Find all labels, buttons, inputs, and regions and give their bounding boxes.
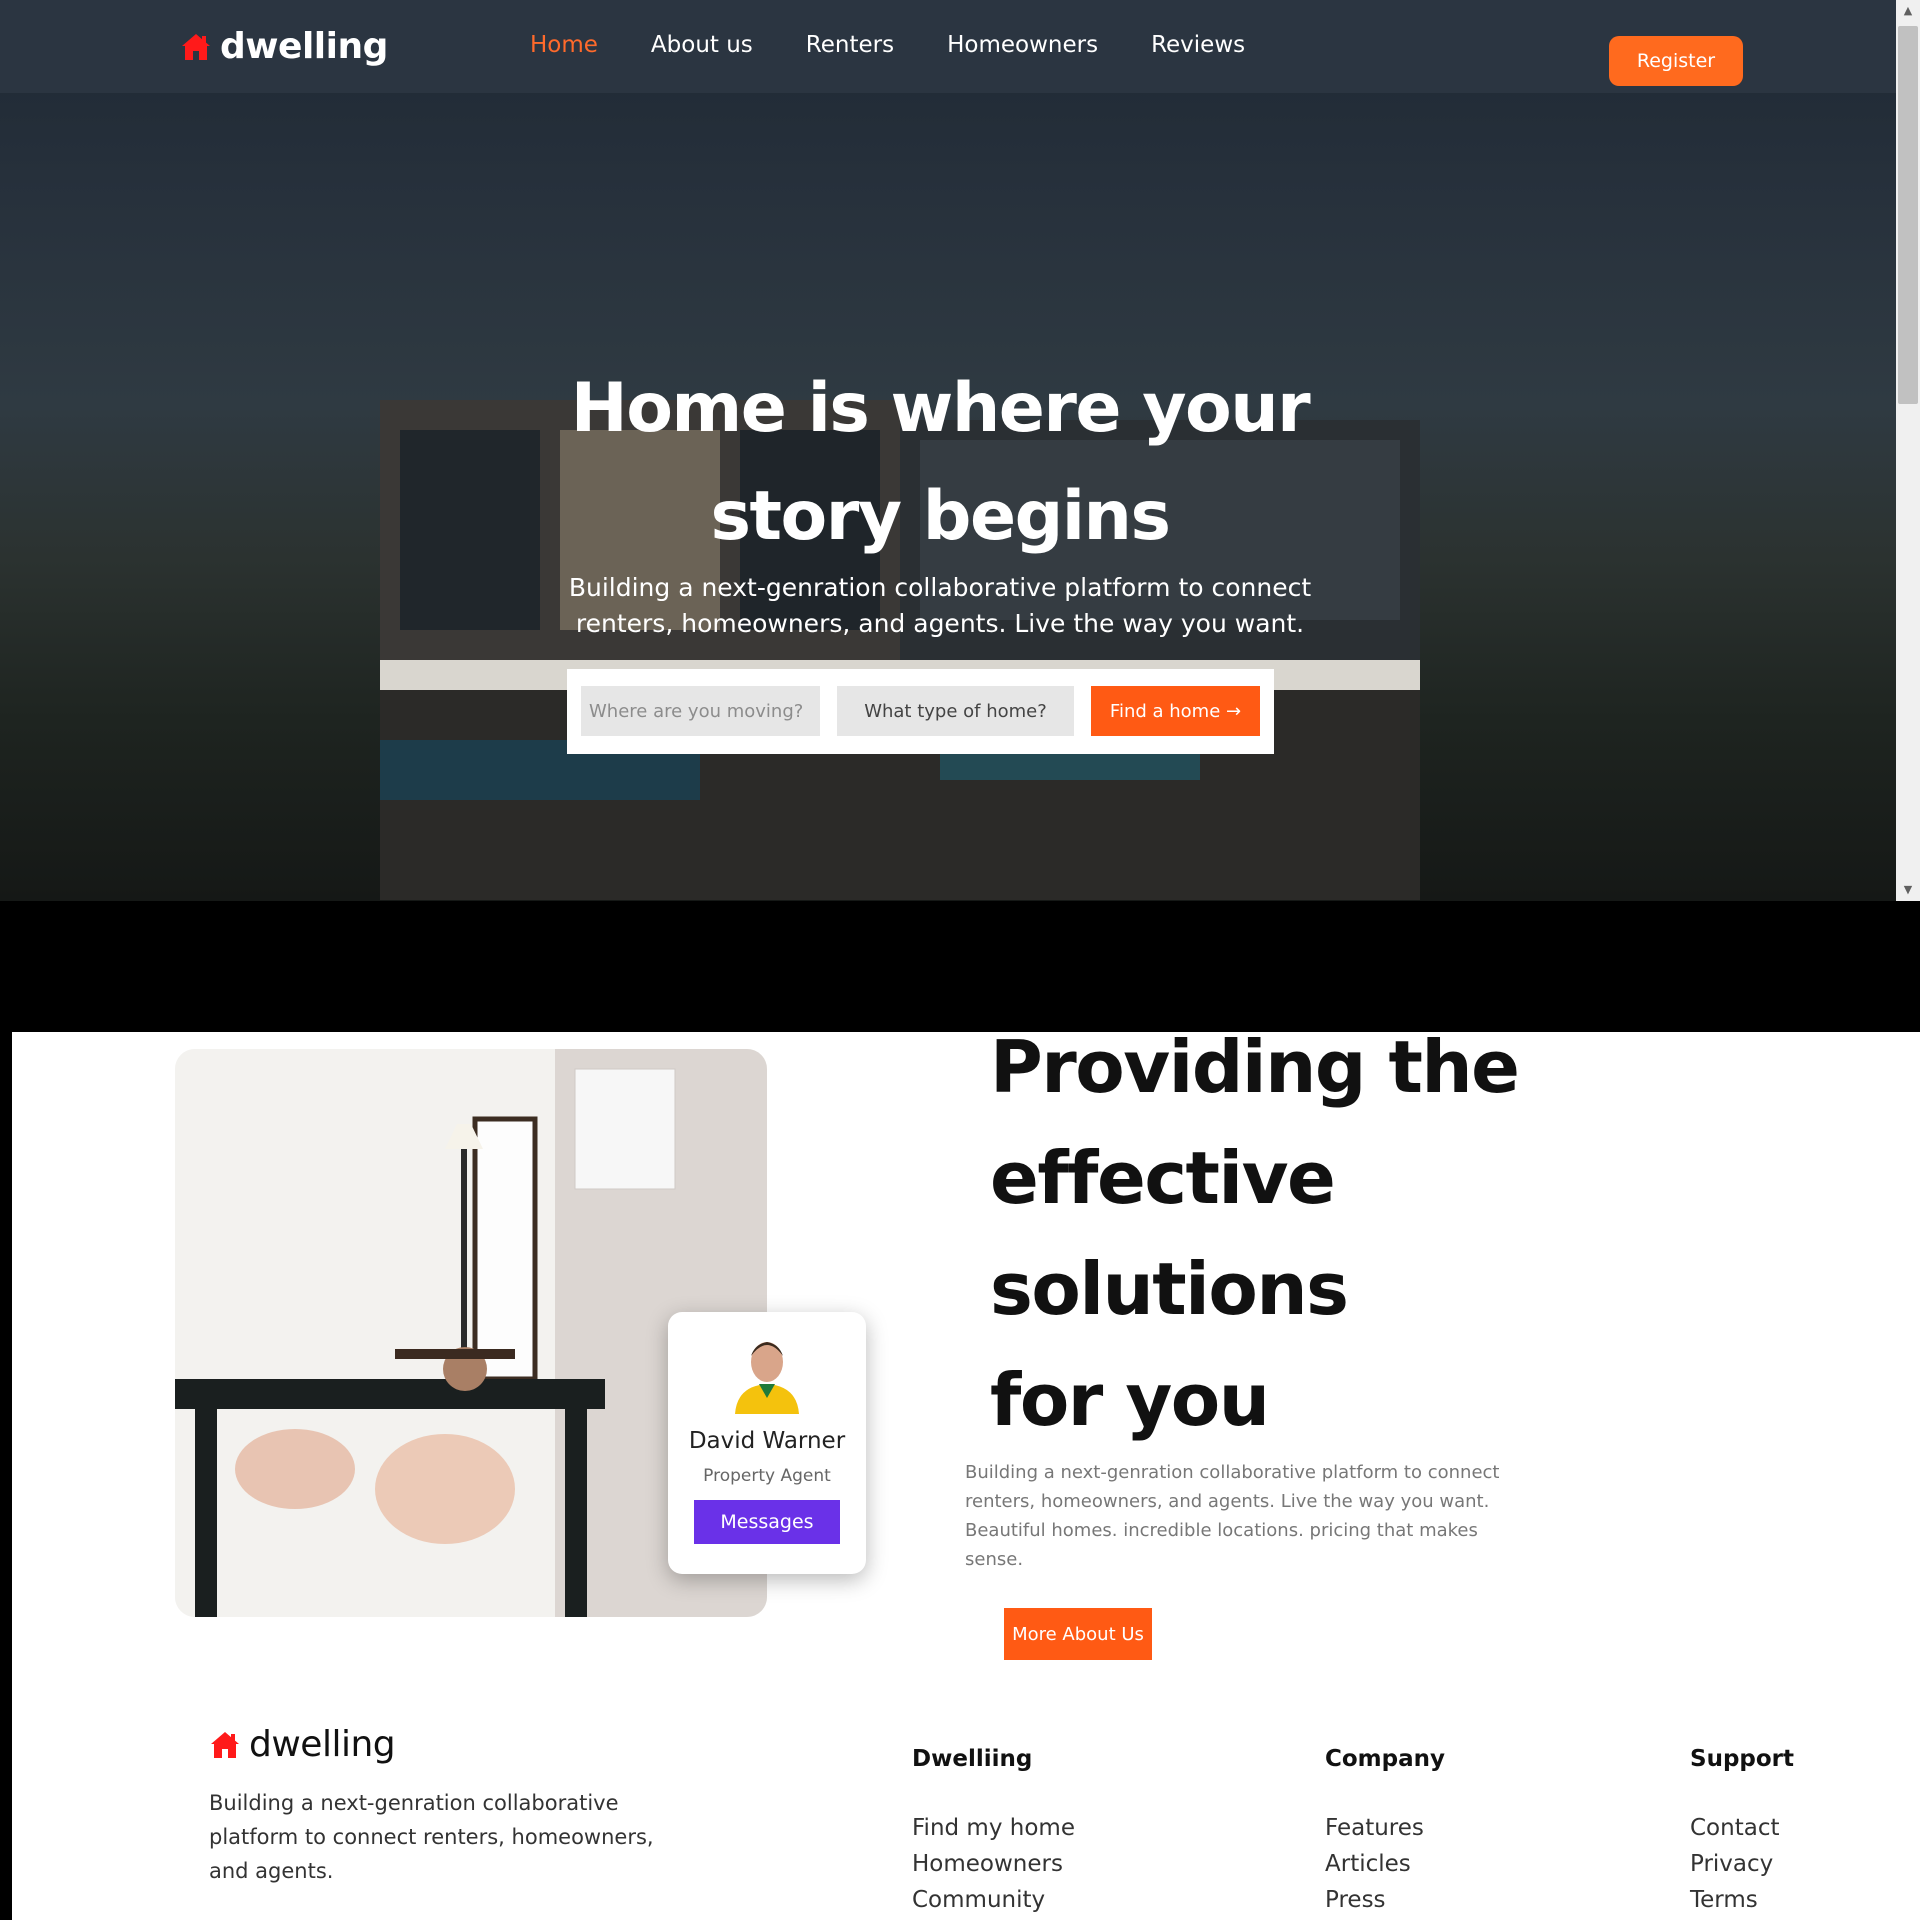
footer-link-privacy[interactable]: Privacy: [1690, 1846, 1794, 1882]
about-title-line-1: Providing the: [990, 1032, 1520, 1109]
house-icon: [211, 1731, 239, 1758]
footer-heading: Company: [1325, 1746, 1445, 1772]
about-title-line-3: solutions: [990, 1247, 1349, 1331]
footer-column-dwelling: Dwelliing Find my home Homeowners Commun…: [912, 1746, 1075, 1918]
main-nav: Home About us Renters Homeowners Reviews: [530, 32, 1245, 58]
about-title-line-4: for you: [990, 1358, 1270, 1442]
agent-card: David Warner Property Agent Messages: [668, 1312, 866, 1574]
hero-title-line-2: story begins: [710, 477, 1171, 556]
house-icon: [182, 33, 210, 60]
agent-avatar: [735, 1342, 799, 1414]
location-input[interactable]: [581, 686, 820, 736]
hero-title: Home is where your story begins: [440, 355, 1440, 571]
footer-link-articles[interactable]: Articles: [1325, 1846, 1445, 1882]
footer-heading: Support: [1690, 1746, 1795, 1772]
scrollbar-thumb[interactable]: [1898, 26, 1918, 404]
home-type-input[interactable]: [837, 686, 1074, 736]
nav-link-reviews[interactable]: Reviews: [1151, 32, 1245, 58]
find-home-button[interactable]: Find a home →: [1091, 686, 1260, 736]
about-description: Building a next-genration collaborative …: [965, 1462, 1500, 1570]
footer-heading: Dwelliing: [912, 1746, 1033, 1772]
hero-screen: dwelling Home About us Renters Homeowner…: [0, 0, 1920, 901]
nav-link-about[interactable]: About us: [651, 32, 753, 58]
footer-column-company: Company Features Articles Press: [1325, 1746, 1445, 1918]
nav-link-homeowners[interactable]: Homeowners: [947, 32, 1098, 58]
footer-description: Building a next-genration collaborative …: [209, 1791, 654, 1883]
messages-button[interactable]: Messages: [694, 1500, 840, 1544]
about-title: Providing the effective solutions for yo…: [990, 1032, 1610, 1456]
footer-link-find-home[interactable]: Find my home: [912, 1810, 1075, 1846]
more-about-button[interactable]: More About Us: [1004, 1608, 1152, 1660]
hero-subtitle: Building a next-genration collaborative …: [568, 573, 1312, 638]
agent-name: David Warner: [688, 1428, 846, 1454]
nav-link-renters[interactable]: Renters: [806, 32, 894, 58]
top-navbar: dwelling Home About us Renters Homeowner…: [0, 0, 1896, 93]
hero-title-line-1: Home is where your: [570, 369, 1311, 448]
agent-role: Property Agent: [703, 1466, 831, 1486]
footer-link-press[interactable]: Press: [1325, 1882, 1445, 1918]
about-screen: David Warner Property Agent Messages Pro…: [12, 1032, 1920, 1920]
about-title-line-2: effective: [990, 1136, 1336, 1220]
footer-link-community[interactable]: Community: [912, 1882, 1075, 1918]
register-button[interactable]: Register: [1609, 36, 1743, 86]
footer-column-support: Support Contact Privacy Terms: [1690, 1746, 1794, 1918]
footer-logo[interactable]: dwelling: [209, 1724, 396, 1765]
scroll-up-arrow-icon[interactable]: ▲: [1896, 0, 1920, 22]
footer-link-homeowners[interactable]: Homeowners: [912, 1846, 1075, 1882]
brand-name: dwelling: [220, 26, 388, 67]
home-search-form: Find a home →: [567, 669, 1274, 754]
footer-link-terms[interactable]: Terms: [1690, 1882, 1794, 1918]
scroll-down-arrow-icon[interactable]: ▼: [1896, 879, 1920, 901]
brand-logo[interactable]: dwelling: [180, 26, 388, 67]
footer-link-contact[interactable]: Contact: [1690, 1810, 1794, 1846]
footer-brand-name: dwelling: [249, 1724, 396, 1765]
nav-link-home[interactable]: Home: [530, 32, 598, 58]
footer-link-features[interactable]: Features: [1325, 1810, 1445, 1846]
